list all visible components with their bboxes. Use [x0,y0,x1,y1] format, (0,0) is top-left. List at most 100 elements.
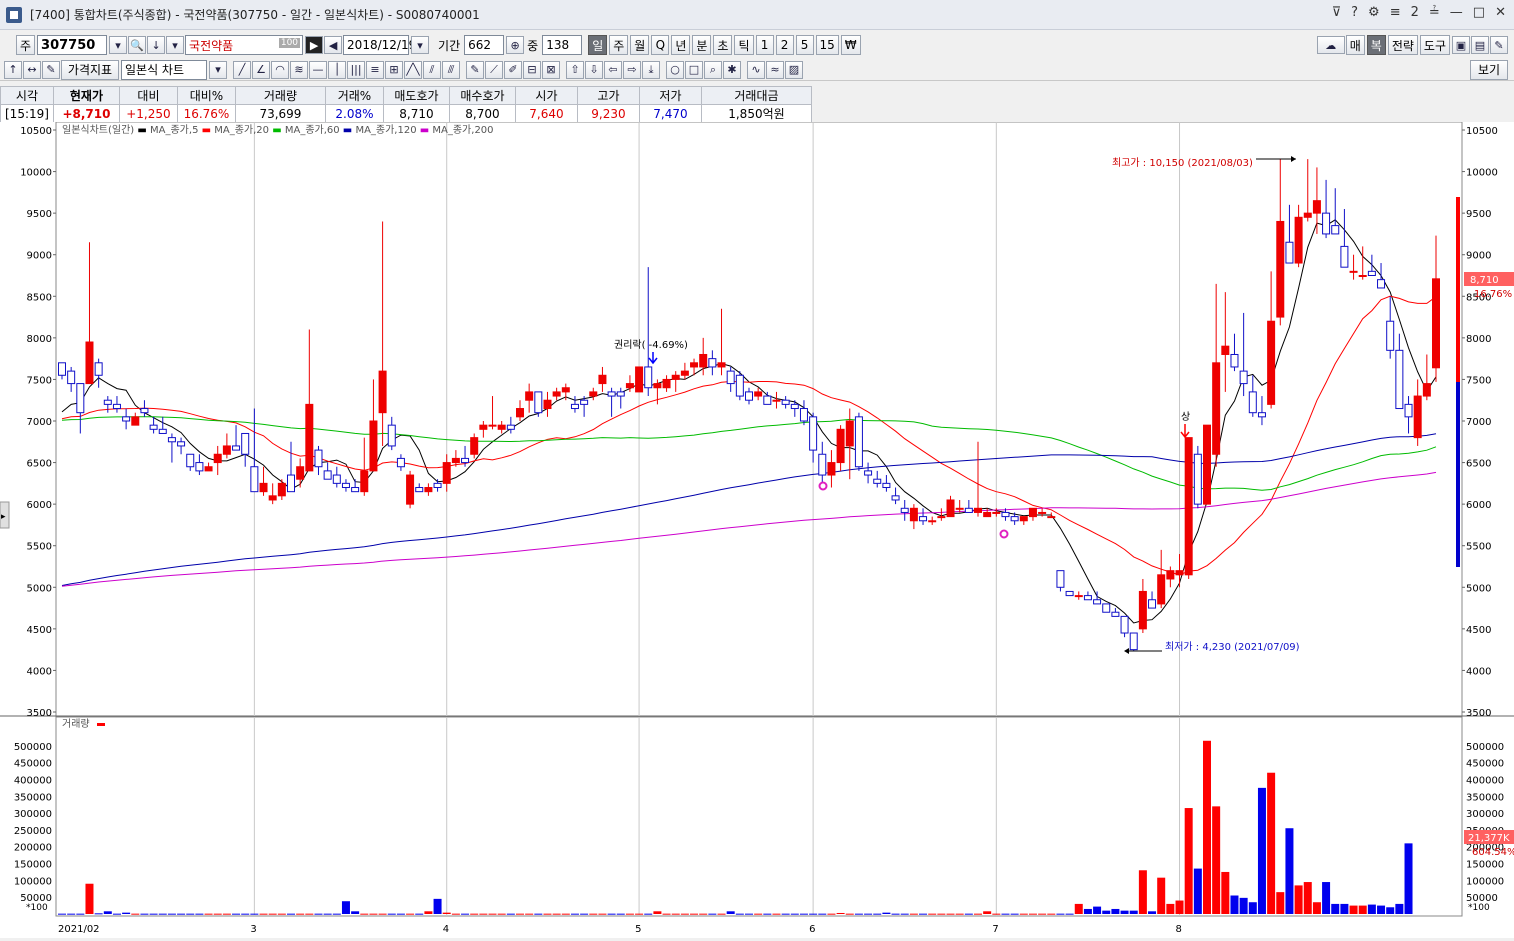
maximize-icon[interactable]: □ [1473,5,1485,20]
y-tick-label-right: 4000 [1466,666,1491,677]
drawing-tool-icon[interactable]: ⫽ [423,60,441,79]
zoom-icon[interactable]: ⊕ [506,36,525,54]
drawing-tool-icon[interactable]: ╱ [233,60,251,79]
drawing-tool-icon[interactable]: — [309,60,327,79]
interval-button[interactable]: 2 [775,35,794,55]
sort-icon[interactable]: ↓ [147,36,166,54]
drawing-tool-icon[interactable]: ⇧ [566,60,584,79]
quote-header: 시가 [514,86,578,105]
drawing-tool-icon[interactable]: ○ [666,60,684,79]
drawing-tool-icon[interactable]: ≡ [366,60,384,79]
toolbar-right-button[interactable]: 전략 [1387,35,1418,55]
drawing-tool-icon[interactable]: ✎ [466,60,484,79]
arrange-icon[interactable]: ≟ [1429,5,1440,20]
volume-unit-right: *100 [1468,903,1490,913]
interval-button[interactable]: 일 [588,35,608,55]
folder-icon[interactable]: ▣ [1452,36,1470,54]
prev-icon[interactable]: ◀ [324,36,343,54]
drawing-tool-icon[interactable]: ◠ [271,60,289,79]
search-icon[interactable]: 🔍 [128,36,147,54]
drawing-tool-icon[interactable]: ⌕ [704,60,722,79]
drawing-tool-icon[interactable]: ||| [347,60,365,79]
indicator-button[interactable]: 가격지표 [61,59,119,80]
interval-button[interactable]: 년 [671,35,691,55]
drawing-tool-icon[interactable]: ⊠ [542,60,560,79]
drawing-tool-icon[interactable]: ⊞ [385,60,403,79]
date-input[interactable]: 2018/12/19 [343,35,416,55]
toolbar-right-button[interactable]: 매 [1345,35,1365,55]
toolbar-right-button[interactable]: 도구 [1419,35,1450,55]
drawing-tool-icon[interactable]: ✱ [723,60,741,79]
code-dropdown-icon[interactable]: ▾ [109,36,128,54]
main-toolbar: 주 307750 ▾ 🔍 ↓ ▾ 국전약품 100 ▶ ◀ 2018/12/19… [0,33,1514,57]
drawing-tool-icon[interactable]: ∠ [252,60,270,79]
interval-button[interactable]: 분 [692,35,712,55]
candle-body [607,391,616,397]
interval-button[interactable]: 초 [713,35,733,55]
market-type-button[interactable]: 주 [16,35,36,55]
drawing-tool-icon[interactable]: ⤓ [642,60,660,79]
interval-button[interactable]: ₩ [840,35,861,55]
chart-area[interactable]: 3500 3500 4000 4000 4500 4500 5000 5000 5500 5500… [0,121,1514,938]
drawing-tool-icon[interactable]: ∿ [747,60,765,79]
chart-type-select[interactable]: 일본식 차트 [121,59,207,80]
edit-icon[interactable]: ✎ [42,60,60,79]
interval-button[interactable]: 틱 [734,35,754,55]
drawing-tool-icon[interactable]: ╱╲ [404,60,422,79]
drawing-tool-icon[interactable]: ⫻ [442,60,460,79]
drawing-tool-icon[interactable]: ⇩ [585,60,603,79]
drawing-tool-icon[interactable]: ⇨ [623,60,641,79]
candle-body [589,391,598,397]
drawing-tool-icon[interactable]: □ [685,60,703,79]
toolbar-right-button[interactable]: 복 [1366,35,1386,55]
cloud-icon[interactable]: ☁ [1316,36,1345,54]
horizontal-arrows-icon[interactable]: ↔ [23,60,41,79]
volume-bar [1386,907,1395,914]
candlestick-chart[interactable]: 3500 35004000 40004500 45005000 50005500 5500… [0,121,1514,938]
view-button[interactable]: 보기 [1470,59,1508,80]
interval-button[interactable]: 15 [815,35,839,55]
stock-code-input[interactable]: 307750 [37,35,108,55]
volume-bar [1322,882,1331,914]
help-icon[interactable]: ? [1351,5,1358,20]
drawing-tool-icon[interactable]: ⊟ [523,60,541,79]
up-arrow-icon[interactable]: ↑ [4,60,22,79]
y-tick-label-left: 6500 [27,459,52,470]
y-tick-label-right: 10500 [1466,126,1498,137]
settings-icon[interactable]: ⚙ [1368,5,1380,20]
wrench-icon[interactable]: ✎ [1490,36,1508,54]
interval-button[interactable]: 주 [609,35,629,55]
minimize-icon[interactable]: — [1450,5,1463,20]
save-icon[interactable]: ▤ [1471,36,1489,54]
next-icon[interactable]: ▶ [305,36,324,54]
chart-type-dropdown-icon[interactable]: ▾ [209,60,227,79]
pin-icon[interactable]: ⊽ [1332,5,1342,20]
volume-bar [305,913,314,915]
volume-bar [607,913,616,915]
interval-button[interactable]: 월 [630,35,650,55]
drawing-tool-icon[interactable]: ▨ [785,60,803,79]
interval-button[interactable]: 1 [755,35,774,55]
quote-table: 시각 현재가 대비 대비% 거래량 거래% 매도호가 매수호가 시가 고가 저가 거래대금 [15:1… [0,86,812,123]
y-tick-label-left: 7000 [27,417,52,428]
drawing-tool-icon[interactable]: ≈ [766,60,784,79]
date-dropdown-icon[interactable]: ▾ [411,36,430,54]
period-input[interactable]: 662 [464,35,505,55]
count-input[interactable]: 138 [542,35,583,55]
interval-button[interactable]: 5 [795,35,814,55]
stock-name-field[interactable]: 국전약품 100 [185,35,304,55]
layout-icon[interactable]: 2 [1411,5,1419,20]
candle-body [909,507,918,522]
candle-body [222,445,231,455]
candle-body [690,362,699,368]
menu-icon[interactable]: ≡ [1390,5,1401,20]
drawing-tool-icon[interactable]: ⇦ [604,60,622,79]
drawing-tool-icon[interactable]: │ [328,60,346,79]
interval-button[interactable]: Q [651,35,670,55]
drawing-tool-icon[interactable]: ≋ [290,60,308,79]
drawing-tool-icon[interactable]: ✐ [504,60,522,79]
drawing-tool-icon[interactable]: ⟋ [485,60,503,79]
list-dropdown-icon[interactable]: ▾ [166,36,185,54]
volume-pane-frame [55,716,1463,917]
close-icon[interactable]: ✕ [1495,5,1506,20]
